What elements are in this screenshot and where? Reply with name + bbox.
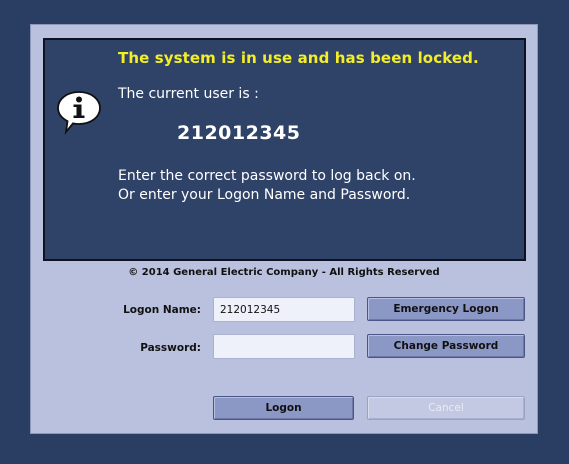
info-icon <box>57 91 101 135</box>
password-label: Password: <box>140 342 201 354</box>
instruction-line-1: Enter the correct password to log back o… <box>118 168 416 184</box>
copyright-notice: © 2014 General Electric Company - All Ri… <box>128 267 440 278</box>
instruction-line-2: Or enter your Logon Name and Password. <box>118 187 411 203</box>
lock-message-panel: The system is in use and has been locked… <box>43 38 526 261</box>
logon-name-label: Logon Name: <box>123 304 201 316</box>
emergency-logon-button[interactable]: Emergency Logon <box>367 297 525 321</box>
password-field[interactable] <box>213 334 355 359</box>
cancel-button: Cancel <box>367 396 525 420</box>
change-password-button[interactable]: Change Password <box>367 334 525 358</box>
lock-dialog: The system is in use and has been locked… <box>30 24 538 434</box>
logon-name-field[interactable] <box>213 297 355 322</box>
lock-title: The system is in use and has been locked… <box>118 49 479 67</box>
logon-button[interactable]: Logon <box>213 396 354 420</box>
current-user-label: The current user is : <box>118 86 259 102</box>
current-user-value: 212012345 <box>177 122 301 144</box>
